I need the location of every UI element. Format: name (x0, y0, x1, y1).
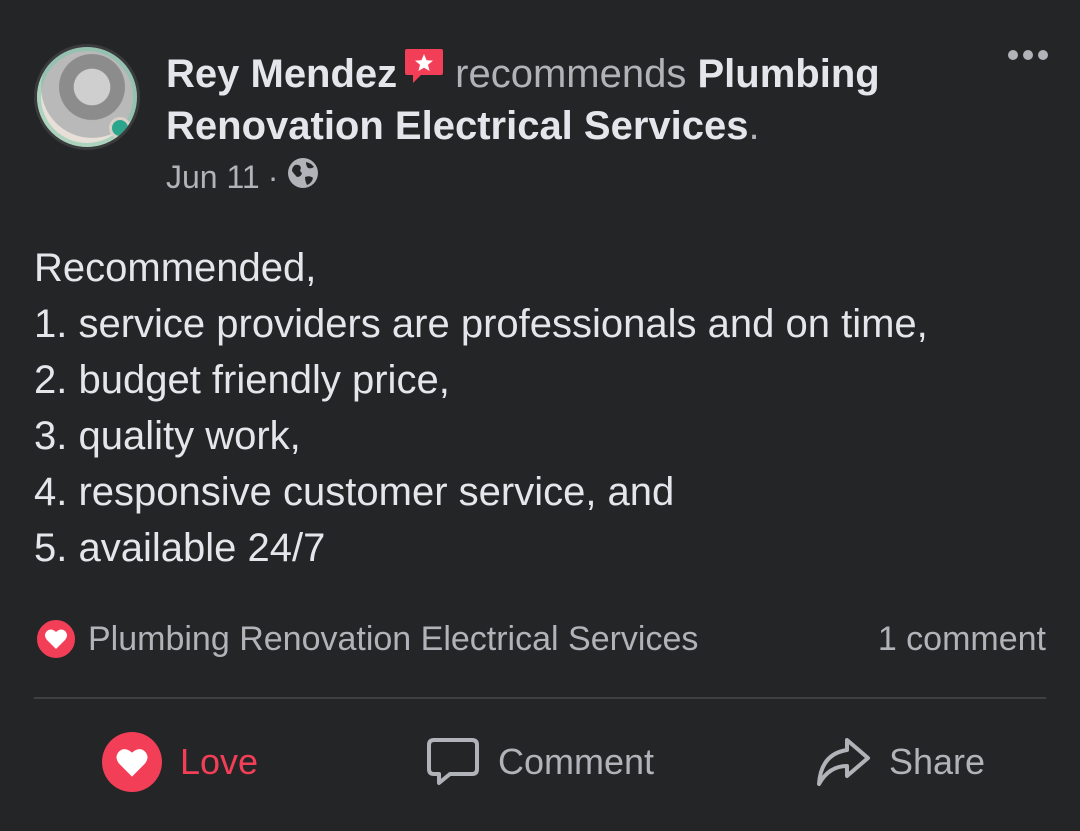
post-body: Recommended, 1. service providers are pr… (34, 240, 1044, 576)
reactions-summary: Plumbing Renovation Electrical Services … (34, 614, 1046, 664)
share-label: Share (888, 741, 986, 782)
love-reaction-icon (34, 617, 78, 661)
globe-icon[interactable] (286, 156, 320, 198)
love-label: Love (179, 741, 259, 782)
post-meta: Jun 11 · (166, 156, 320, 198)
post-header: Rey Mendez recommends Plumbing Renovation… (166, 46, 966, 152)
recommendation-icon (403, 46, 445, 84)
body-line: 4. responsive customer service, and (34, 470, 675, 514)
comment-count[interactable]: 1 comment (878, 620, 1046, 659)
comment-button[interactable]: Comment (360, 736, 720, 788)
heart-icon (101, 732, 162, 792)
love-button[interactable]: Love (0, 732, 360, 792)
action-bar: Love Comment Share (0, 720, 1080, 804)
header-period: . (748, 104, 760, 148)
reactor-name: Plumbing Renovation Electrical Services (88, 619, 699, 658)
body-line: 1. service providers are professionals a… (34, 302, 928, 346)
divider (34, 697, 1046, 699)
author-name[interactable]: Rey Mendez (166, 52, 397, 96)
comment-label: Comment (497, 741, 655, 782)
recommendation-post: Rey Mendez recommends Plumbing Renovation… (0, 0, 1080, 831)
share-icon (815, 736, 871, 788)
meta-separator: · (267, 158, 279, 195)
more-options-icon[interactable] (1008, 50, 1048, 60)
reactors[interactable]: Plumbing Renovation Electrical Services (34, 617, 698, 661)
body-line: 2. budget friendly price, (34, 358, 450, 402)
body-line: 3. quality work, (34, 414, 301, 458)
post-date[interactable]: Jun 11 (166, 159, 260, 196)
body-line: 5. available 24/7 (34, 526, 326, 570)
recommends-verb: recommends (455, 52, 687, 96)
body-line: Recommended, (34, 246, 317, 290)
author-avatar[interactable] (34, 44, 140, 150)
comment-icon (426, 736, 480, 788)
share-button[interactable]: Share (720, 736, 1080, 788)
online-status-badge (109, 117, 131, 139)
